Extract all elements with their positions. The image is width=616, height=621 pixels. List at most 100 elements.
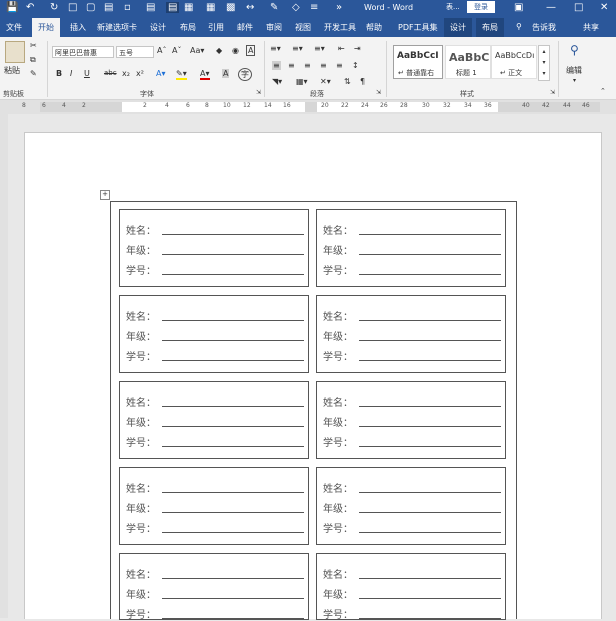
underline-icon[interactable]: U [84,69,90,78]
tab-pdf[interactable]: PDF工具集 [398,22,438,33]
tab-table-layout[interactable]: 布局 [476,18,504,37]
grid-icon[interactable]: ▦ [184,2,193,13]
label-card[interactable]: 姓名： 年级： 学号： [316,381,506,459]
share-button[interactable]: 共享 [583,22,599,33]
bold-icon[interactable]: B [56,69,62,78]
more-icon[interactable]: » [336,2,342,13]
quick-print-icon[interactable]: ▤ [146,2,155,13]
paste-icon-large[interactable] [5,41,25,63]
name-underline[interactable] [359,234,501,235]
id-underline[interactable] [359,360,501,361]
highlight-icon[interactable]: ✎▾ [176,69,187,80]
styles-dialog-launcher-icon[interactable]: ⇲ [550,89,555,96]
grade-underline[interactable] [162,340,304,341]
font-color-icon[interactable]: A▾ [200,69,210,80]
id-underline[interactable] [162,532,304,533]
change-case-icon[interactable]: Aa▾ [190,46,204,55]
redo-icon[interactable]: ↻ [50,2,58,13]
grade-underline[interactable] [162,254,304,255]
document-icon[interactable]: ▤ [166,2,180,13]
new-doc-icon[interactable]: ▢ [86,2,95,13]
tab-table-design[interactable]: 设计 [444,18,472,37]
multilevel-list-icon[interactable]: ≡▾ [314,44,325,53]
tab-review[interactable]: 审阅 [266,22,282,33]
text-effects-icon[interactable]: A▾ [156,69,166,78]
sort-icon[interactable]: ⇅ [344,77,351,86]
subscript-icon[interactable]: x₂ [122,69,130,78]
table-icon[interactable]: ▦ [206,2,215,13]
login-button[interactable]: 登录 [467,1,495,13]
table-move-handle-icon[interactable]: + [100,190,110,200]
tab-developer[interactable]: 开发工具 [324,22,356,33]
align-right-icon[interactable]: ≡ [304,61,311,70]
style-normal-right[interactable]: AaBbCcI ↵ 普通靠右 [393,45,443,79]
grade-underline[interactable] [162,598,304,599]
name-underline[interactable] [162,492,304,493]
tab-mailings[interactable]: 邮件 [237,22,253,33]
grow-font-icon[interactable]: Aˆ [157,46,166,55]
maximize-icon[interactable]: □ [574,2,583,13]
grade-underline[interactable] [359,512,501,513]
name-underline[interactable] [359,492,501,493]
name-underline[interactable] [162,320,304,321]
name-underline[interactable] [359,320,501,321]
chinese-layout-icon[interactable]: ✕▾ [320,77,331,86]
label-card[interactable]: 姓名： 年级： 学号： [119,467,309,545]
list-icon[interactable]: ≡ [310,2,318,13]
grade-underline[interactable] [162,426,304,427]
grade-underline[interactable] [162,512,304,513]
id-underline[interactable] [162,446,304,447]
collapse-ribbon-icon[interactable]: ⌃ [600,87,606,95]
font-size-dropdown[interactable]: 五号 [116,46,154,58]
email-icon[interactable]: ▫ [124,2,131,13]
show-marks-icon[interactable]: ¶ [360,77,365,86]
horizontal-ruler[interactable]: 8 6 4 2 2 4 6 8 10 12 14 16 20 22 24 26 28 30 32 34 36 40 42 44… [0,100,616,114]
label-card[interactable]: 姓名： 年级： 学号： [119,381,309,459]
brush-icon[interactable]: ◇ [292,2,300,13]
label-card[interactable]: 姓名： 年级： 学号： [316,295,506,373]
grade-underline[interactable] [359,426,501,427]
id-underline[interactable] [162,274,304,275]
shading-icon[interactable]: ◥▾ [272,77,282,86]
grade-underline[interactable] [359,340,501,341]
name-underline[interactable] [359,406,501,407]
shrink-font-icon[interactable]: Aˇ [172,46,181,55]
id-underline[interactable] [162,618,304,619]
bullets-icon[interactable]: ≡▾ [270,44,281,53]
phonetic-icon[interactable]: ◉ [232,46,239,55]
char-border-icon[interactable]: A [246,45,256,56]
vertical-ruler[interactable] [0,114,8,618]
id-underline[interactable] [162,360,304,361]
name-underline[interactable] [359,578,501,579]
name-underline[interactable] [162,578,304,579]
tab-references[interactable]: 引用 [208,22,224,33]
style-body[interactable]: AaBbCcDı ↵ 正文 [491,45,537,79]
name-underline[interactable] [162,406,304,407]
tab-help[interactable]: 帮助 [366,22,382,33]
tab-home[interactable]: 开始 [32,18,60,37]
tab-layout[interactable]: 布局 [180,22,196,33]
chevron-down-icon[interactable]: ▾ [573,77,576,84]
ribbon-display-icon[interactable]: ▣ [514,2,523,13]
minimize-icon[interactable]: — [546,2,556,13]
borders-icon[interactable]: ▦▾ [296,77,308,86]
format-painter-icon[interactable]: ✎ [30,69,37,78]
close-icon[interactable]: ✕ [600,2,608,13]
tab-file[interactable]: 文件 [6,22,22,33]
id-underline[interactable] [359,446,501,447]
ime-indicator[interactable]: 表... [446,2,460,12]
grade-underline[interactable] [359,254,501,255]
line-spacing-icon[interactable]: ↕ [352,61,359,70]
id-underline[interactable] [359,274,501,275]
tab-insert[interactable]: 插入 [70,22,86,33]
font-name-dropdown[interactable]: 阿里巴巴普惠 [52,46,114,58]
tab-design[interactable]: 设计 [150,22,166,33]
id-underline[interactable] [359,618,501,619]
tab-view[interactable]: 视图 [295,22,311,33]
label-card[interactable]: 姓名： 年级： 学号： [119,295,309,373]
id-underline[interactable] [359,532,501,533]
cut-icon[interactable]: ✂ [30,41,37,50]
copy-icon[interactable]: ⧉ [30,55,36,65]
print-preview-icon[interactable]: □ [68,2,77,13]
grade-underline[interactable] [359,598,501,599]
